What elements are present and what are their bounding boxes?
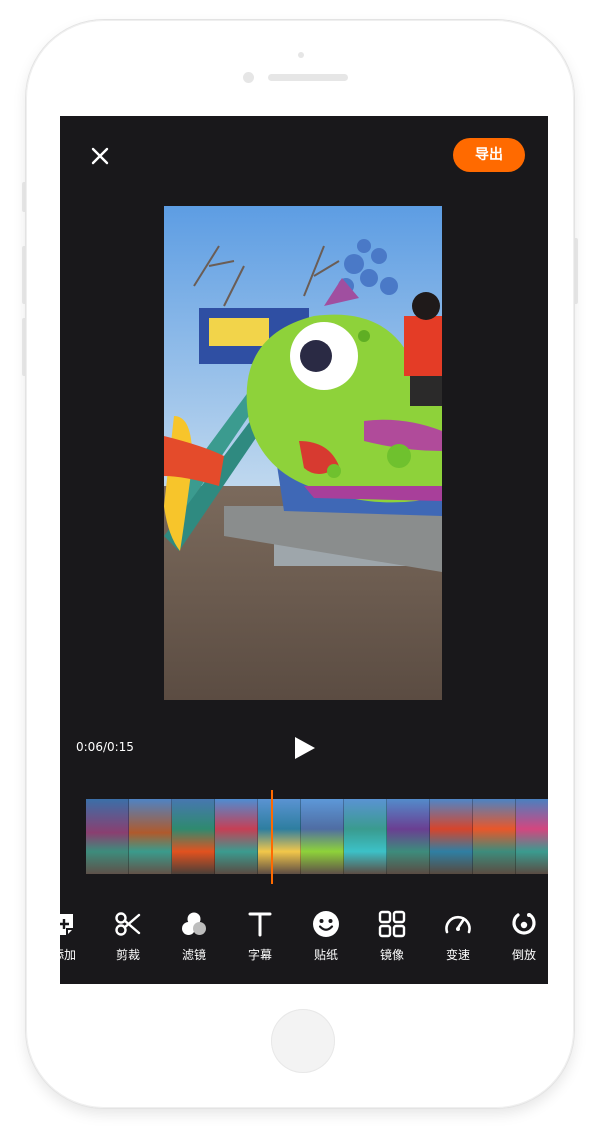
tool-label: 贴纸 — [313, 948, 338, 962]
play-icon[interactable] — [291, 735, 317, 761]
tool-trim[interactable]: 剪裁 — [98, 910, 158, 963]
filter-icon — [182, 912, 206, 935]
text-icon — [248, 912, 272, 937]
timeline-frame — [473, 799, 516, 874]
tool-label: 镜像 — [379, 948, 404, 962]
tool-label: 倒放 — [511, 948, 536, 962]
tool-mirror[interactable]: 镜像 — [362, 910, 422, 963]
add-clip-icon — [60, 914, 73, 935]
export-button[interactable]: 导出 — [453, 138, 525, 172]
tool-subtitle[interactable]: 字幕 — [230, 910, 290, 963]
device-mockup: 导出 0:06/0:15 加 剪裁 滤镜 字幕 贴纸 镜像 变速 倒放 — [0, 0, 600, 1128]
front-camera — [243, 72, 254, 83]
reverse-icon — [512, 913, 536, 935]
scissors-icon — [115, 912, 141, 936]
video-editor-screen: 导出 0:06/0:15 加 剪裁 滤镜 字幕 贴纸 镜像 变速 倒放 — [60, 116, 548, 984]
timeline-frame — [301, 799, 344, 874]
tool-label: 剪裁 — [115, 948, 140, 962]
timeline-frame — [258, 799, 301, 874]
tool-add[interactable]: 添加 — [60, 910, 94, 963]
tool-filter[interactable]: 滤镜 — [164, 910, 224, 963]
timeline-frame — [172, 799, 215, 874]
timeline-frame — [215, 799, 258, 874]
tool-label: 变速 — [445, 948, 470, 962]
tool-reverse[interactable]: 倒放 — [494, 910, 548, 963]
smiley-icon — [313, 911, 339, 937]
video-frame-image — [164, 206, 442, 700]
tool-speed[interactable]: 变速 — [428, 910, 488, 963]
timeline-frame — [430, 799, 473, 874]
timeline-frame — [344, 799, 387, 874]
editing-toolbar: 添加 剪裁 滤镜 — [60, 910, 548, 972]
grid-icon — [378, 910, 406, 938]
tool-label: 字幕 — [247, 948, 272, 962]
tool-label: 滤镜 — [181, 948, 206, 962]
earpiece-speaker — [268, 74, 348, 81]
timeline-frame — [516, 799, 548, 874]
tool-label: 添加 — [60, 948, 76, 962]
timeline-strip[interactable] — [86, 799, 548, 874]
proximity-sensor — [298, 52, 304, 58]
timeline-playhead[interactable] — [271, 790, 273, 884]
timeline-frame — [86, 799, 129, 874]
video-preview[interactable] — [164, 206, 442, 700]
playback-time: 0:06/0:15 — [76, 740, 134, 754]
timeline-frame — [387, 799, 430, 874]
speedometer-icon — [445, 915, 471, 934]
home-button[interactable] — [271, 1009, 335, 1073]
tool-sticker[interactable]: 贴纸 — [296, 910, 356, 963]
close-icon[interactable] — [88, 144, 112, 168]
timeline-frame — [129, 799, 172, 874]
